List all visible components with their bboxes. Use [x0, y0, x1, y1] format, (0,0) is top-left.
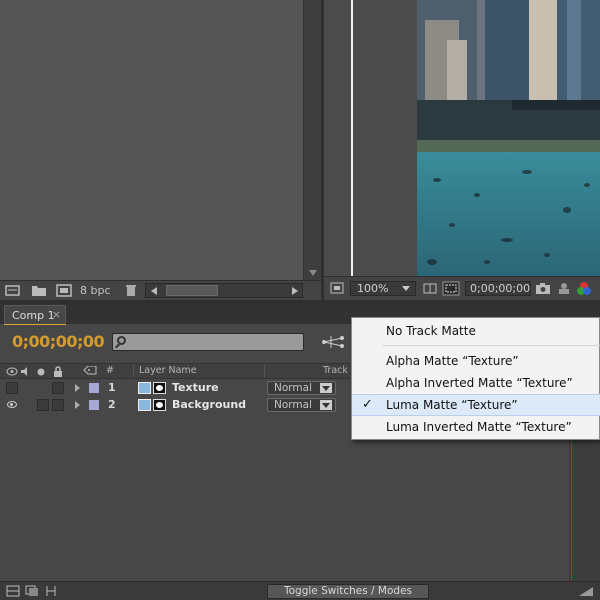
video-toggle[interactable]: [6, 382, 18, 394]
checkmark-icon: ✓: [362, 397, 373, 412]
new-folder-icon[interactable]: [31, 284, 47, 297]
current-time-timecode[interactable]: 0;00;00;00: [12, 332, 105, 351]
menu-separator: [382, 345, 600, 346]
lock-toggle[interactable]: [52, 382, 64, 394]
track-matte-menu: No Track Matte Alpha Matte “Texture” Alp…: [351, 317, 600, 440]
chevron-down-icon: [320, 383, 332, 393]
bit-depth-label[interactable]: 8 bpc: [80, 284, 111, 297]
scroll-down-icon[interactable]: [309, 270, 317, 276]
layer-search-box[interactable]: [112, 333, 304, 351]
interpret-footage-icon[interactable]: [5, 284, 21, 297]
region-of-interest-icon[interactable]: [442, 281, 460, 296]
guide-line[interactable]: [351, 0, 353, 276]
column-layer-name[interactable]: Layer Name: [139, 365, 197, 376]
layer-switches-icon[interactable]: [6, 585, 20, 597]
trash-icon[interactable]: [123, 284, 139, 297]
chevron-down-icon: [402, 286, 410, 291]
expand-triangle-icon[interactable]: [75, 401, 80, 409]
project-vertical-scrollbar[interactable]: [303, 0, 321, 280]
project-panel: 8 bpc: [0, 0, 321, 300]
comp-mini-flowchart-icon[interactable]: [320, 334, 346, 350]
layer-row-background[interactable]: 2 Background Normal: [0, 397, 350, 413]
layer-mask-icon: [153, 382, 166, 394]
project-item-list[interactable]: [0, 0, 303, 280]
layer-number: 2: [108, 398, 116, 411]
solo-toggle[interactable]: [37, 399, 49, 411]
layer-mask-icon: [153, 399, 166, 411]
new-composition-icon[interactable]: [56, 284, 72, 297]
solo-column-icon[interactable]: [37, 368, 45, 376]
composition-frame-image: [417, 0, 600, 276]
layer-number: 1: [108, 381, 116, 394]
menu-item-alpha-inverted-matte[interactable]: Alpha Inverted Matte “Texture”: [352, 373, 600, 393]
menu-item-luma-matte[interactable]: ✓ Luma Matte “Texture”: [352, 394, 600, 416]
eye-column-icon[interactable]: [6, 367, 18, 376]
layer-column-header: # Layer Name Track: [0, 363, 350, 379]
grid-guides-icon[interactable]: [422, 282, 438, 295]
blend-mode-select[interactable]: Normal: [267, 398, 336, 412]
layer-row-texture[interactable]: 1 Texture Normal: [0, 380, 350, 396]
current-time-display[interactable]: 0;00;00;00: [465, 281, 531, 296]
blend-mode-select[interactable]: Normal: [267, 381, 336, 395]
search-input[interactable]: [131, 335, 301, 349]
menu-item-alpha-matte[interactable]: Alpha Matte “Texture”: [352, 351, 600, 371]
show-snapshot-icon[interactable]: [557, 282, 571, 295]
search-icon: [117, 336, 126, 345]
lock-column-icon[interactable]: [53, 366, 63, 377]
blend-mode-value: Normal: [274, 382, 312, 394]
chevron-down-icon: [320, 400, 332, 410]
viewer-timecode-value: 0;00;00;00: [470, 282, 531, 295]
menu-item-luma-inverted-matte[interactable]: Luma Inverted Matte “Texture”: [352, 417, 600, 437]
layer-type-icon: [138, 399, 151, 411]
layer-type-icon: [138, 382, 151, 394]
project-horizontal-scrollbar[interactable]: [145, 283, 303, 298]
zoom-slider-icon[interactable]: [578, 586, 594, 597]
transfer-controls-icon[interactable]: [25, 585, 39, 597]
column-number: #: [106, 365, 114, 376]
menu-item-no-track-matte[interactable]: No Track Matte: [352, 321, 600, 341]
in-out-duration-icon[interactable]: [45, 585, 57, 597]
active-tab-indicator: [4, 324, 66, 325]
timeline-footer: Toggle Switches / Modes: [0, 581, 600, 600]
layer-name[interactable]: Background: [172, 398, 246, 411]
always-preview-icon[interactable]: [330, 282, 344, 294]
channel-rgb-icon[interactable]: [576, 281, 592, 296]
label-color-swatch[interactable]: [89, 383, 99, 393]
composition-viewer: 100% 0;00;00;00: [324, 0, 600, 300]
blend-mode-value: Normal: [274, 399, 312, 411]
tab-comp-1[interactable]: Comp 1 ×: [4, 305, 66, 324]
label-column-icon[interactable]: [83, 366, 97, 377]
viewer-toolbar: 100% 0;00;00;00: [324, 276, 600, 300]
scroll-right-icon[interactable]: [292, 287, 298, 295]
toggle-switches-modes-button[interactable]: Toggle Switches / Modes: [267, 584, 429, 599]
viewer-canvas[interactable]: [324, 0, 600, 276]
audio-column-icon[interactable]: [20, 367, 32, 376]
close-icon[interactable]: ×: [52, 308, 61, 321]
magnification-select[interactable]: 100%: [350, 281, 416, 296]
eye-icon[interactable]: [7, 401, 17, 408]
scroll-left-icon[interactable]: [151, 287, 157, 295]
expand-triangle-icon[interactable]: [75, 384, 80, 392]
project-footer: 8 bpc: [0, 280, 321, 300]
label-color-swatch[interactable]: [89, 400, 99, 410]
scrollbar-thumb[interactable]: [166, 285, 218, 296]
lock-toggle[interactable]: [52, 399, 64, 411]
tab-label: Comp 1: [12, 309, 55, 322]
layer-name[interactable]: Texture: [172, 381, 219, 394]
zoom-value: 100%: [357, 282, 389, 295]
column-track-matte[interactable]: Track: [323, 365, 348, 376]
camera-snapshot-icon[interactable]: [535, 282, 551, 295]
